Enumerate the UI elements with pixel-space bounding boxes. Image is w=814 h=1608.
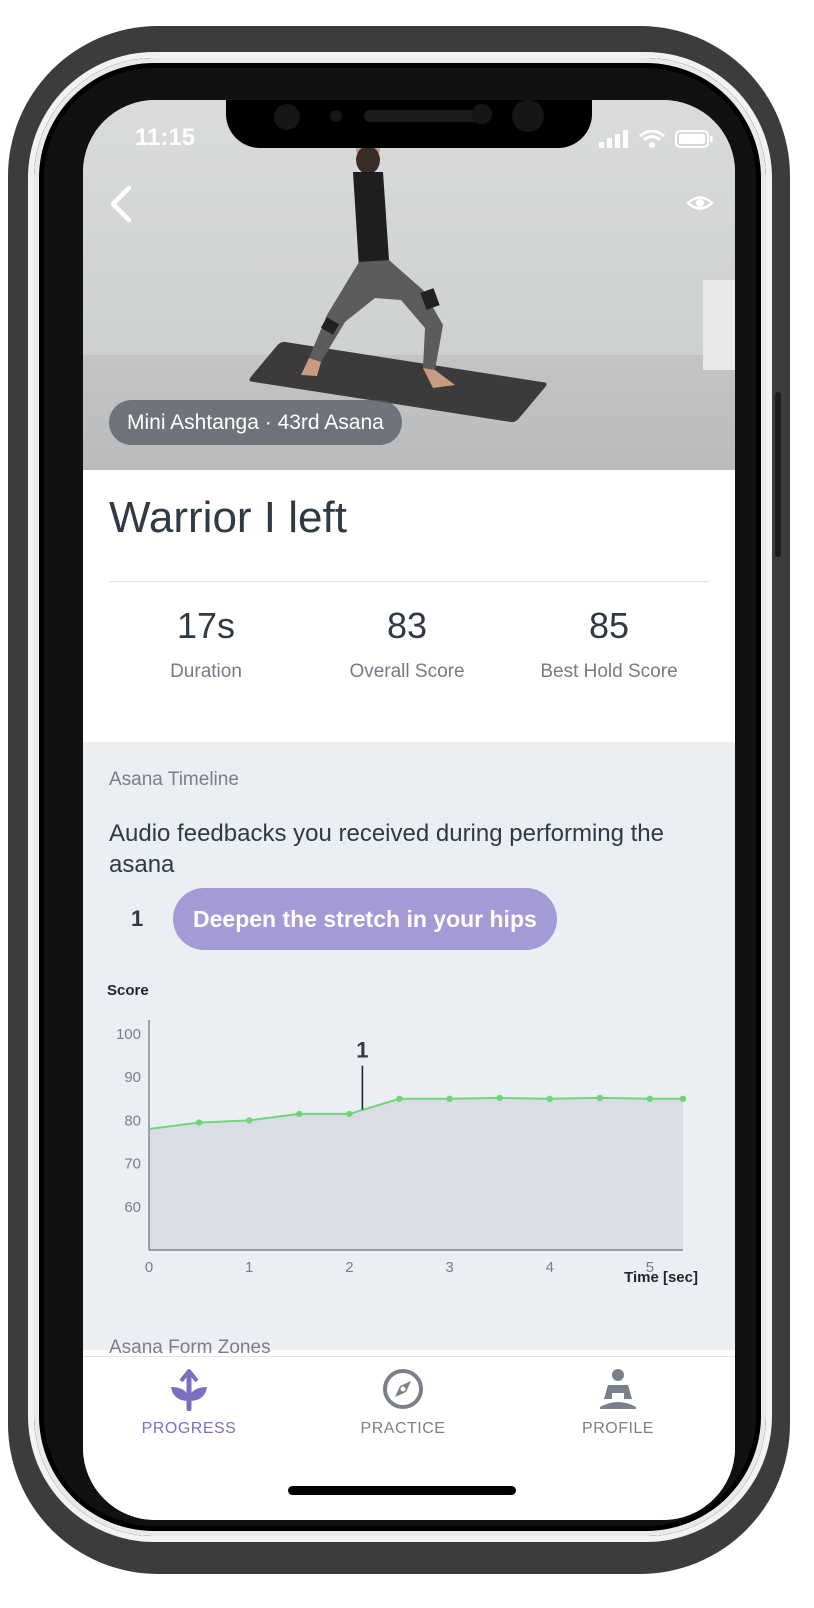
score-chart-svg: Score Time [sec] 100 90 80 70 60 0 1 2 3 4 5 1 xyxy=(107,982,698,1286)
view-button[interactable] xyxy=(685,188,715,218)
battery-icon xyxy=(675,130,713,148)
data-point xyxy=(679,1095,687,1102)
y-tick-label: 100 xyxy=(116,1026,141,1043)
stat-value: 83 xyxy=(386,605,428,646)
feedback-number: 1 xyxy=(131,906,144,931)
x-tick-label: 1 xyxy=(245,1259,253,1276)
tab-label: PROFILE xyxy=(582,1420,654,1437)
compass-icon xyxy=(383,1369,423,1409)
data-point xyxy=(596,1094,604,1102)
y-tick-label: 80 xyxy=(124,1112,141,1129)
stat-value: 17s xyxy=(176,605,236,646)
tab-practice[interactable]: PRACTICE xyxy=(323,1367,483,1438)
data-point xyxy=(546,1095,553,1102)
stat-label: Best Hold Score xyxy=(540,661,678,682)
stat-label: Duration xyxy=(170,661,242,682)
tab-progress[interactable]: PROGRESS xyxy=(109,1367,269,1438)
stat-duration: 17s Duration xyxy=(96,605,316,683)
data-point xyxy=(446,1095,453,1102)
chevron-left-icon xyxy=(110,185,132,223)
timeline-description: Audio feedbacks you received during perf… xyxy=(109,820,664,878)
stat-overall-score: 83 Overall Score xyxy=(297,605,517,683)
screen: Mini Ashtanga · 43rd Asana 11:15 Warrior… xyxy=(83,100,735,1520)
data-point xyxy=(346,1110,353,1118)
routine-badge: Mini Ashtanga · 43rd Asana xyxy=(109,400,402,445)
home-indicator xyxy=(288,1486,516,1495)
feedback-pill[interactable]: Deepen the stretch in your hips xyxy=(173,888,557,950)
score-chart: Score Time [sec] 100 90 80 70 60 0 1 2 3 4 5 1 xyxy=(83,982,735,1312)
data-point xyxy=(646,1095,654,1102)
stat-value: 85 xyxy=(588,605,630,646)
sprout-icon xyxy=(171,1369,207,1412)
feedback-marker-label: 1 xyxy=(356,1038,368,1063)
back-button[interactable] xyxy=(101,182,141,226)
y-tick-label: 90 xyxy=(124,1069,141,1086)
stats-row: 17s Duration 83 Overall Score 85 Best Ho… xyxy=(83,605,735,715)
tab-label: PROGRESS xyxy=(141,1420,237,1437)
data-point xyxy=(396,1095,403,1102)
x-tick-label: 5 xyxy=(646,1259,654,1276)
y-axis-label: Score xyxy=(107,982,149,999)
tab-label: PRACTICE xyxy=(360,1420,446,1437)
section-label: Asana Timeline xyxy=(109,769,239,790)
feedback-item[interactable]: 1 Deepen the stretch in your hips xyxy=(83,888,735,950)
notch xyxy=(226,100,592,148)
power-button xyxy=(775,392,781,557)
data-point xyxy=(496,1094,503,1102)
x-tick-label: 4 xyxy=(546,1259,554,1276)
x-tick-label: 0 xyxy=(145,1259,153,1276)
stat-best-hold-score: 85 Best Hold Score xyxy=(499,605,719,683)
divider xyxy=(109,581,709,582)
meditation-person-icon xyxy=(600,1369,636,1409)
x-tick-label: 2 xyxy=(345,1259,353,1276)
data-point xyxy=(296,1110,303,1118)
eye-icon xyxy=(686,196,714,210)
status-time: 11:15 xyxy=(135,124,196,151)
data-point xyxy=(195,1119,203,1126)
asana-timeline-section: Asana Timeline Audio feedbacks you recei… xyxy=(83,742,735,1350)
tab-bar: PROGRESS PRACTICE PROFILE xyxy=(83,1356,735,1520)
data-point xyxy=(245,1117,253,1124)
tab-profile[interactable]: PROFILE xyxy=(538,1367,698,1438)
stat-label: Overall Score xyxy=(349,661,465,682)
x-tick-label: 3 xyxy=(445,1259,453,1276)
x-axis-label: Time [sec] xyxy=(624,1269,698,1286)
y-tick-label: 70 xyxy=(124,1156,141,1173)
wifi-icon xyxy=(639,130,665,148)
cellular-signal-icon xyxy=(599,130,628,148)
y-tick-label: 60 xyxy=(124,1199,141,1216)
pose-title: Warrior I left xyxy=(109,493,347,542)
